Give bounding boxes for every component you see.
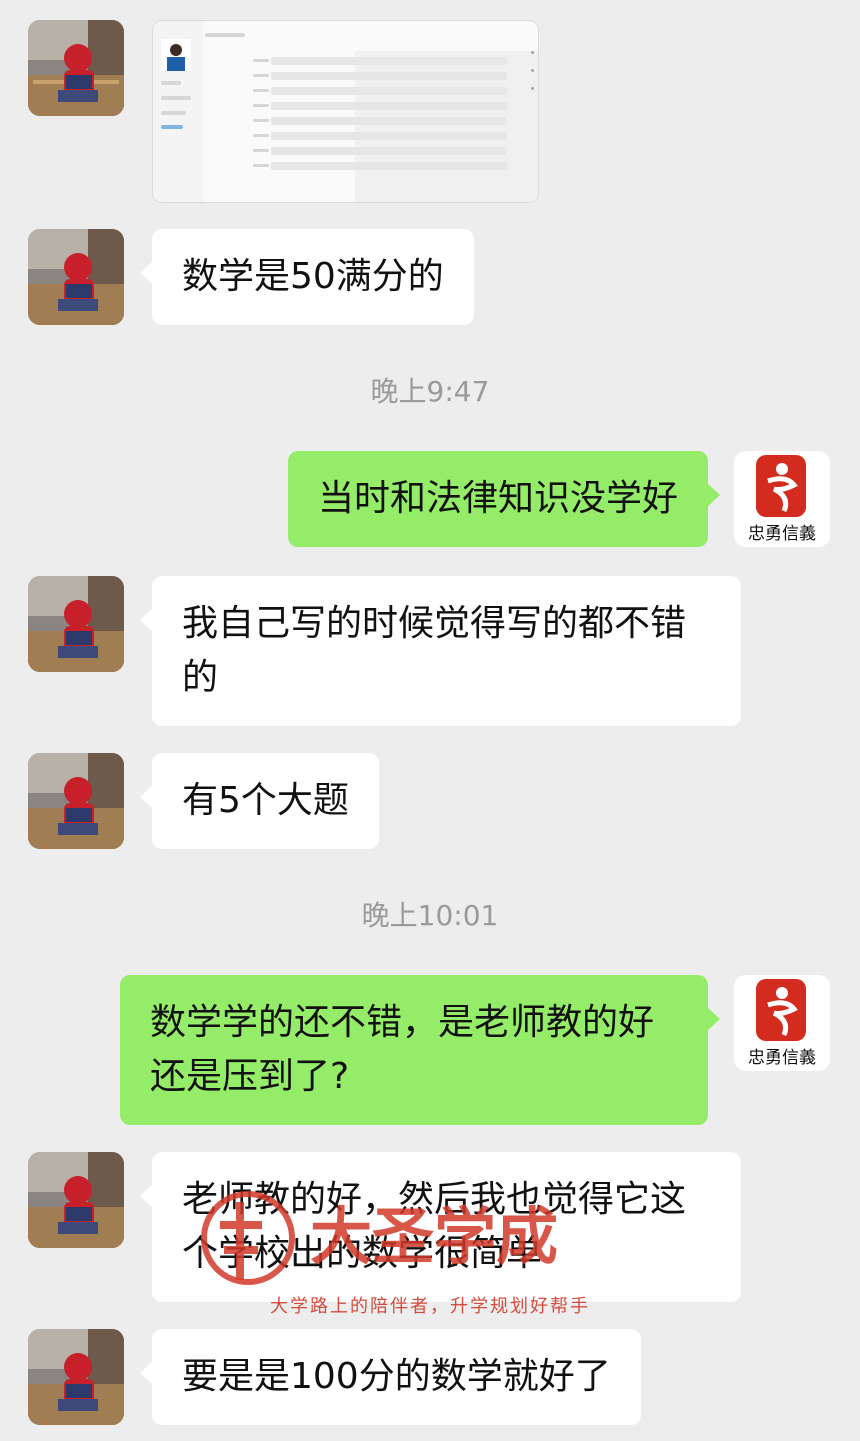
- contact-avatar[interactable]: [28, 576, 124, 672]
- timestamp: 晚上9:47: [370, 375, 490, 408]
- spiderman-avatar-icon: [28, 20, 124, 116]
- watermark-subtitle: 大学路上的陪伴者，升学规划好帮手: [270, 1296, 590, 1317]
- contact-avatar[interactable]: [28, 20, 124, 116]
- my-avatar[interactable]: 忠勇信義: [734, 975, 830, 1071]
- spiderman-avatar-icon: [28, 229, 124, 325]
- contact-avatar[interactable]: [28, 1329, 124, 1425]
- incoming-message-bubble[interactable]: 数学是50满分的: [140, 229, 474, 325]
- spiderman-avatar-icon: [28, 753, 124, 849]
- spiderman-avatar-icon: [28, 576, 124, 672]
- outgoing-message-bubble[interactable]: 当时和法律知识没学好: [287, 451, 721, 547]
- avatar-caption: 忠勇信義: [748, 1048, 816, 1068]
- contact-avatar[interactable]: [28, 229, 124, 325]
- avatar-caption: 忠勇信義: [748, 524, 816, 544]
- incoming-message-bubble[interactable]: 老师教的好，然后我也觉得它这个学校出的数学很简单: [140, 1152, 741, 1302]
- spiderman-avatar-icon: [28, 1152, 124, 1248]
- incoming-message-bubble[interactable]: 有5个大题: [140, 753, 379, 849]
- contact-avatar[interactable]: [28, 1152, 124, 1248]
- contact-avatar[interactable]: [28, 753, 124, 849]
- outgoing-message-bubble[interactable]: 数学学的还不错，是老师教的好还是压到了?: [120, 975, 720, 1125]
- incoming-message-bubble[interactable]: 要是是100分的数学就好了: [140, 1329, 641, 1425]
- person-photo-icon: [161, 39, 191, 71]
- incoming-message-bubble[interactable]: 我自己写的时候觉得写的都不错的: [140, 576, 741, 726]
- spiderman-avatar-icon: [28, 1329, 124, 1425]
- timestamp: 晚上10:01: [361, 899, 499, 932]
- screenshot-image-message[interactable]: [152, 20, 539, 203]
- my-avatar[interactable]: 忠勇信義: [734, 451, 830, 547]
